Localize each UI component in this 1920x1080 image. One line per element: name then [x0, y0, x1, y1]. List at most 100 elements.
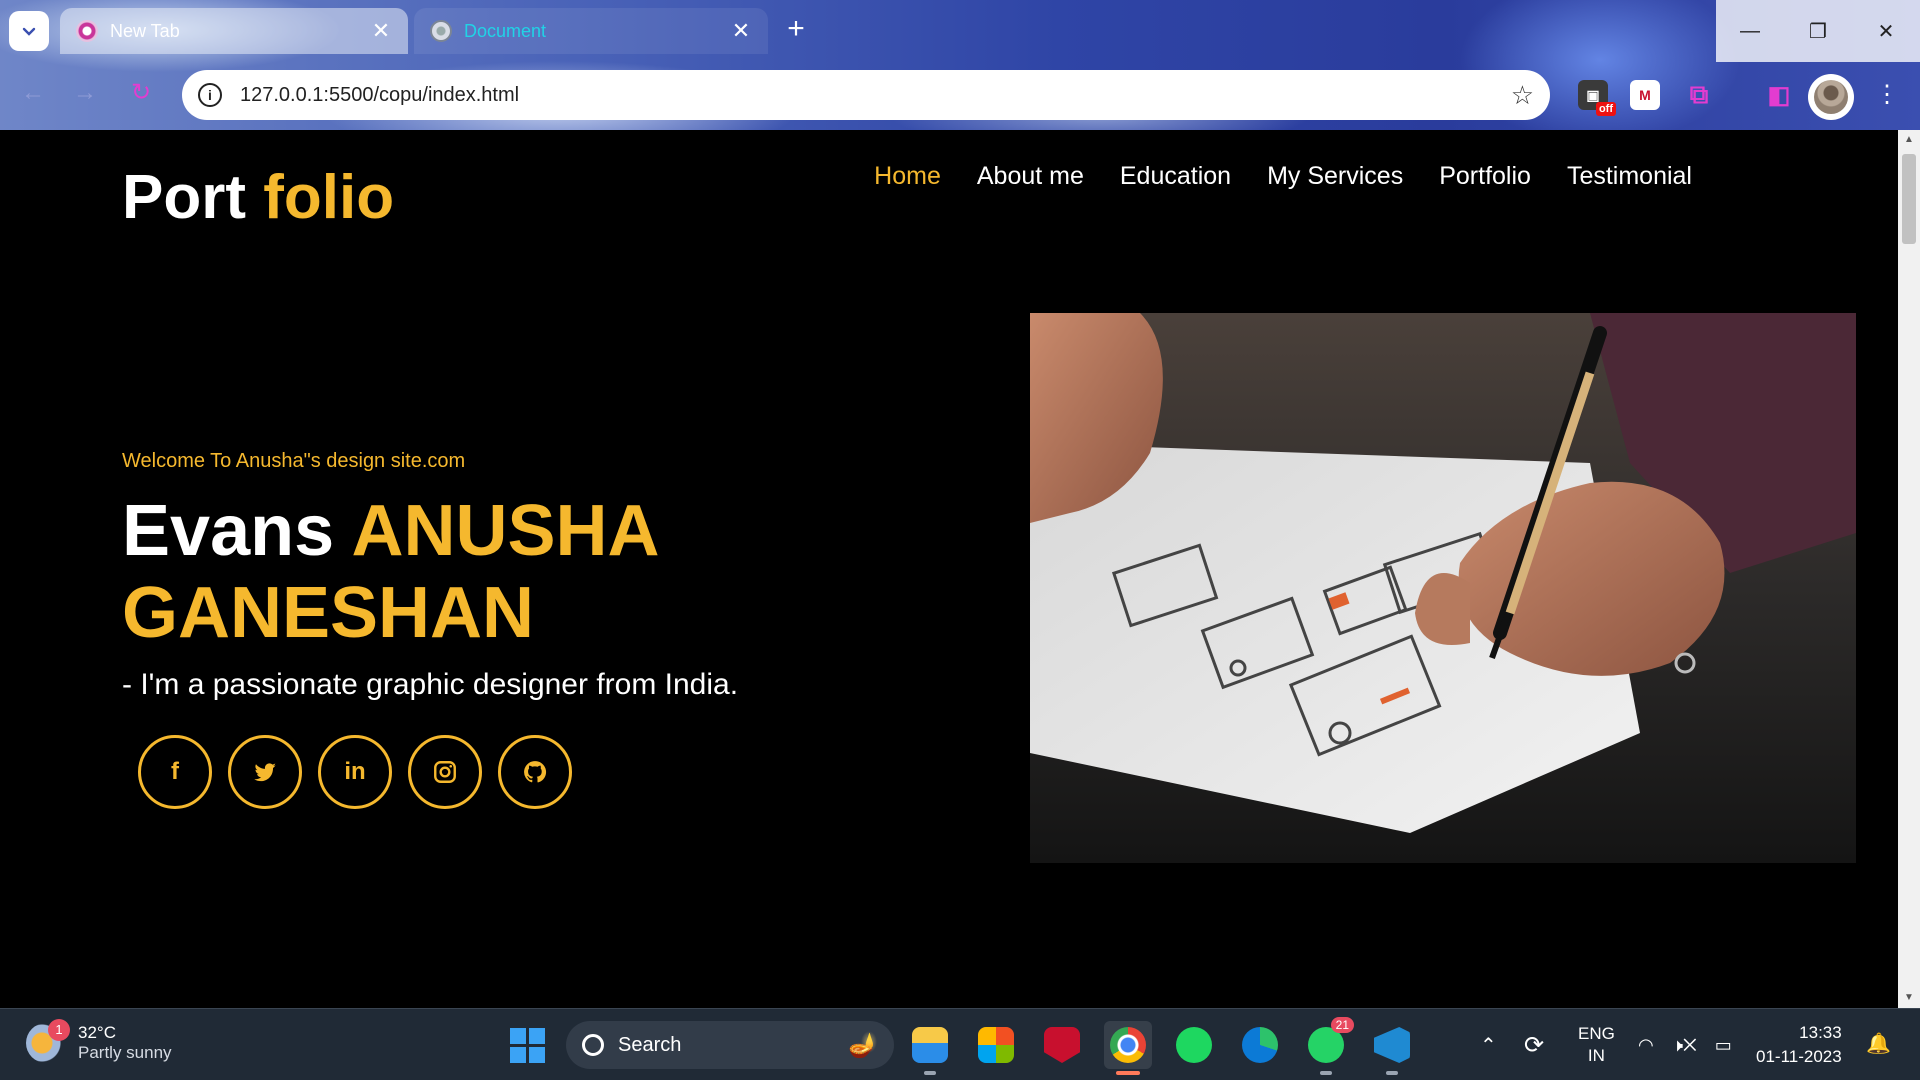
nav-about-me[interactable]: About me: [977, 162, 1084, 191]
weather-condition: Partly sunny: [78, 1043, 172, 1062]
weather-badge: 1: [48, 1019, 70, 1041]
minimize-button[interactable]: —: [1716, 0, 1784, 62]
mcafee-extension-icon[interactable]: M: [1630, 80, 1660, 110]
headline-first: Evans: [122, 491, 335, 571]
main-nav: Home About me Education My Services Port…: [874, 162, 1692, 191]
tab-title: New Tab: [110, 20, 180, 41]
close-window-button[interactable]: ✕: [1852, 0, 1920, 62]
vscode-app[interactable]: [1368, 1021, 1416, 1075]
twitter-link[interactable]: [228, 735, 302, 809]
file-explorer-app[interactable]: [906, 1021, 954, 1075]
taskbar-search[interactable]: Search 🪔: [566, 1021, 894, 1069]
chevron-down-icon: [22, 27, 36, 36]
extension-off-icon[interactable]: ▣ off: [1578, 80, 1616, 116]
extensions-puzzle-icon[interactable]: ⧉: [1684, 79, 1714, 110]
language-indicator[interactable]: ENG IN: [1578, 1023, 1615, 1067]
nav-portfolio[interactable]: Portfolio: [1439, 162, 1531, 191]
battery-icon: ▭: [1714, 1034, 1732, 1055]
lang-line-2: IN: [1587, 1046, 1605, 1065]
url-text[interactable]: 127.0.0.1:5500/copu/index.html: [240, 84, 1511, 107]
edge-icon: [1242, 1027, 1278, 1063]
forward-button[interactable]: →: [70, 78, 100, 108]
clock-time: 13:33: [1799, 1023, 1842, 1042]
start-button[interactable]: [503, 1021, 551, 1069]
notification-bell-icon[interactable]: 🔔: [1866, 1031, 1891, 1056]
browser-menu-icon[interactable]: ⋮: [1872, 80, 1902, 109]
new-tab-button[interactable]: +: [780, 14, 812, 46]
search-label: Search: [618, 1033, 682, 1056]
reload-button[interactable]: ↻: [126, 78, 156, 108]
instagram-link[interactable]: [408, 735, 482, 809]
whatsapp-app[interactable]: 21: [1302, 1017, 1354, 1075]
microsoft-store-app[interactable]: [972, 1021, 1020, 1069]
site-logo[interactable]: Port folio: [122, 162, 394, 233]
volume-muted-icon: 🕨✕: [1671, 1034, 1697, 1055]
linkedin-link[interactable]: in: [318, 735, 392, 809]
lang-line-1: ENG: [1578, 1024, 1615, 1043]
hero-headline: Evans ANUSHA GANESHAN: [122, 490, 742, 654]
logo-part-2: folio: [263, 163, 395, 232]
tab-close-icon[interactable]: ✕: [730, 18, 752, 44]
instagram-icon: [434, 761, 456, 783]
tab-document[interactable]: Document ✕: [414, 8, 768, 54]
social-links: f in: [138, 735, 572, 809]
window-controls: — ❐ ✕: [1716, 0, 1920, 62]
bookmark-star-icon[interactable]: ☆: [1511, 80, 1534, 111]
search-icon: [582, 1034, 604, 1056]
address-bar[interactable]: i 127.0.0.1:5500/copu/index.html ☆: [182, 70, 1550, 120]
windows-taskbar: 1 32°C Partly sunny Search 🪔 21 ⌃ ⟳ ENG …: [0, 1008, 1920, 1080]
tab-new-tab[interactable]: New Tab ✕: [60, 8, 408, 54]
tab-strip: New Tab ✕ Document ✕ + — ❐ ✕: [0, 0, 1920, 62]
hero-image: [1030, 313, 1856, 863]
edge-app[interactable]: [1236, 1021, 1284, 1069]
nav-testimonial[interactable]: Testimonial: [1567, 162, 1692, 191]
spotify-app[interactable]: [1170, 1021, 1218, 1069]
spotify-icon: [1176, 1027, 1212, 1063]
wifi-icon: ◠: [1638, 1034, 1654, 1055]
profile-avatar[interactable]: [1808, 74, 1854, 120]
site-info-icon[interactable]: i: [198, 83, 222, 107]
avatar: [1814, 80, 1848, 114]
side-panel-icon[interactable]: ◧: [1764, 80, 1794, 110]
chrome-app[interactable]: [1104, 1021, 1152, 1075]
chrome-icon: [1110, 1027, 1146, 1063]
whatsapp-badge: 21: [1330, 1017, 1354, 1033]
page-viewport: Port folio Home About me Education My Se…: [0, 130, 1898, 1008]
twitter-icon: [254, 763, 276, 782]
browser-chrome: New Tab ✕ Document ✕ + — ❐ ✕ ← → ↻ i 127…: [0, 0, 1920, 130]
mcafee-app[interactable]: [1038, 1021, 1086, 1069]
tab-search-button[interactable]: [9, 11, 49, 51]
weather-temp: 32°C: [78, 1023, 116, 1042]
hero-tagline: - I'm a passionate graphic designer from…: [122, 668, 739, 701]
clock[interactable]: 13:33 01-11-2023: [1756, 1021, 1842, 1069]
store-icon: [978, 1027, 1014, 1063]
folder-icon: [912, 1027, 948, 1063]
github-icon: [524, 761, 547, 783]
system-tray-status[interactable]: ◠ 🕨✕ ▭: [1638, 1009, 1732, 1080]
show-hidden-icons-chevron-icon[interactable]: ⌃: [1480, 1009, 1497, 1080]
welcome-text: Welcome To Anusha"s design site.com: [122, 450, 466, 472]
weather-widget[interactable]: 1 32°C Partly sunny: [26, 1019, 172, 1063]
linkedin-icon: in: [344, 758, 366, 785]
scroll-up-icon[interactable]: ▲: [1898, 130, 1920, 150]
nav-my-services[interactable]: My Services: [1267, 162, 1403, 191]
scroll-down-icon[interactable]: ▼: [1898, 988, 1920, 1008]
back-button[interactable]: ←: [18, 78, 48, 108]
tab-close-icon[interactable]: ✕: [370, 18, 392, 44]
facebook-link[interactable]: f: [138, 735, 212, 809]
restore-button[interactable]: ❐: [1784, 0, 1852, 62]
sketching-hand-illustration: [1030, 313, 1856, 863]
logo-part-1: Port: [122, 163, 246, 232]
tab-title: Document: [464, 20, 547, 41]
weather-partly-sunny-icon: 1: [26, 1019, 70, 1063]
github-link[interactable]: [498, 735, 572, 809]
vertical-scrollbar[interactable]: ▲ ▼: [1898, 130, 1920, 1008]
off-badge: off: [1595, 102, 1616, 116]
nav-education[interactable]: Education: [1120, 162, 1231, 191]
sync-icon[interactable]: ⟳: [1524, 1009, 1544, 1080]
vscode-icon: [1374, 1027, 1410, 1063]
nav-home[interactable]: Home: [874, 162, 941, 191]
chrome-favicon-icon: [76, 20, 98, 42]
scroll-thumb[interactable]: [1902, 154, 1916, 244]
facebook-icon: f: [171, 758, 179, 785]
